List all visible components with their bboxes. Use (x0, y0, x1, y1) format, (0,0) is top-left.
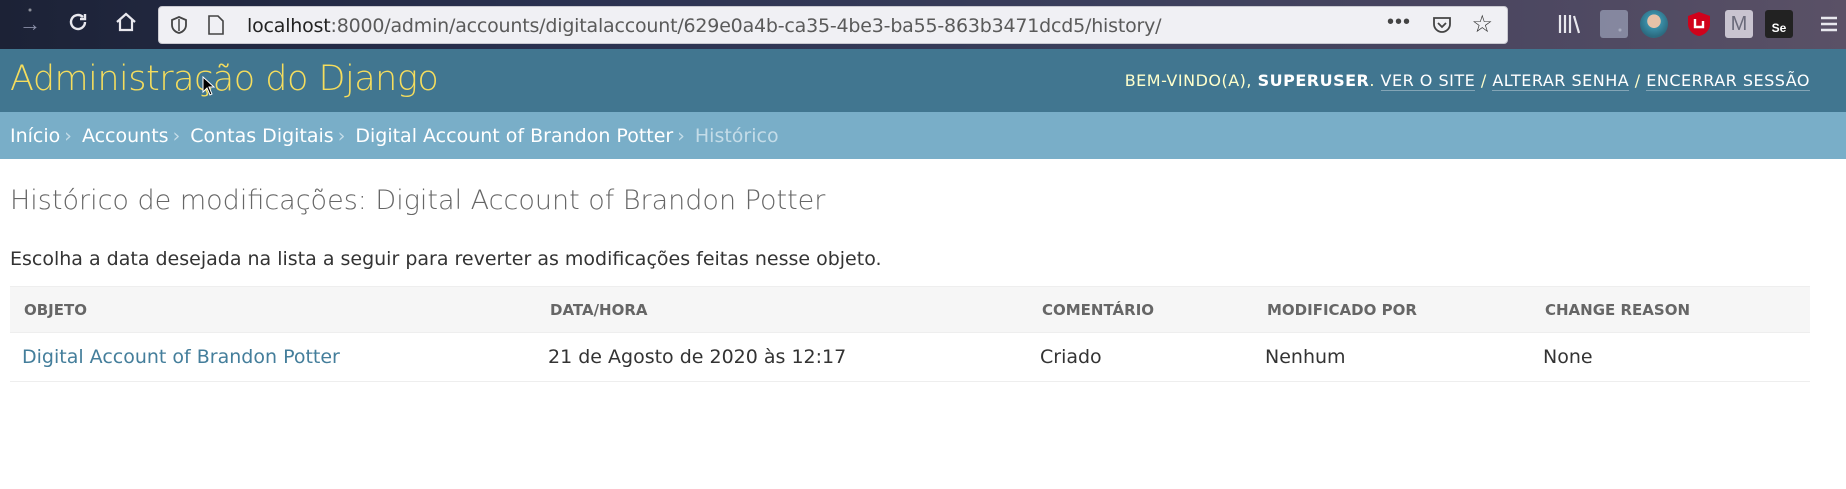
history-table: Objeto Data/hora Comentário Modificado p… (10, 286, 1810, 382)
breadcrumb: Início › Accounts › Contas Digitais › Digit… (0, 112, 1846, 159)
tracking-shield-icon[interactable] (169, 15, 189, 35)
view-site-link[interactable]: Ver o site (1380, 71, 1476, 91)
breadcrumb-model[interactable]: Contas Digitais (190, 125, 333, 147)
cell-change-reason: None (1531, 332, 1810, 382)
avatar-extension-icon[interactable] (1640, 10, 1668, 38)
table-row: Digital Account of Brandon Potter 21 de … (10, 332, 1810, 382)
column-header-datetime: Data/hora (536, 286, 1028, 333)
reload-icon[interactable] (64, 10, 92, 38)
breadcrumb-app[interactable]: Accounts (82, 125, 169, 147)
menu-icon[interactable] (1815, 10, 1843, 38)
url-text[interactable]: localhost:8000/admin/accounts/digitalacc… (247, 15, 1162, 37)
ublock-icon[interactable] (1685, 10, 1713, 38)
breadcrumb-home[interactable]: Início (10, 125, 60, 147)
browser-toolbar: → localhost:8000/admin/accounts/digitala… (0, 0, 1846, 49)
breadcrumb-object[interactable]: Digital Account of Brandon Potter (355, 125, 673, 147)
admin-header: Administração do Django Bem-vindo(a), su… (0, 49, 1846, 112)
breadcrumb-current: Histórico (694, 125, 779, 147)
column-header-change-reason: Change reason (1531, 286, 1810, 333)
home-icon[interactable] (112, 10, 140, 38)
cell-object: Digital Account of Brandon Potter (10, 332, 536, 382)
page-info-icon[interactable] (207, 15, 225, 35)
library-icon[interactable] (1555, 10, 1583, 38)
reader-icon[interactable] (1600, 10, 1628, 38)
cell-comment: Criado (1028, 332, 1253, 382)
column-header-comment: Comentário (1028, 286, 1253, 333)
main-content: Histórico de modificações: Digital Accou… (0, 185, 1846, 382)
username: superuser (1257, 71, 1370, 90)
forward-icon[interactable]: → (16, 10, 44, 38)
page-actions-icon[interactable]: ••• (1387, 11, 1411, 34)
markdown-extension-icon[interactable]: M (1725, 10, 1753, 38)
user-tools: Bem-vindo(a), superuser. Ver o site / Al… (1124, 71, 1810, 91)
column-header-object: Objeto (10, 286, 536, 333)
table-header-row: Objeto Data/hora Comentário Modificado p… (10, 286, 1810, 333)
cell-modified-by: Nenhum (1253, 332, 1531, 382)
selenium-extension-icon[interactable]: Se (1765, 10, 1793, 38)
cell-datetime: 21 de Agosto de 2020 às 12:17 (536, 332, 1028, 382)
pocket-icon[interactable] (1431, 14, 1453, 36)
change-password-link[interactable]: Alterar senha (1492, 71, 1630, 91)
help-text: Escolha a data desejada na lista a segui… (10, 248, 882, 270)
welcome-text: Bem-vindo(a), (1124, 71, 1252, 90)
column-header-modified-by: Modificado por (1253, 286, 1531, 333)
history-object-link[interactable]: Digital Account of Brandon Potter (22, 346, 340, 368)
bookmark-star-icon[interactable]: ☆ (1471, 11, 1493, 39)
mouse-cursor-icon (202, 76, 216, 96)
site-name[interactable]: Administração do Django (10, 59, 439, 99)
address-bar[interactable]: localhost:8000/admin/accounts/digitalacc… (158, 6, 1508, 44)
page-title: Histórico de modificações: Digital Accou… (10, 185, 826, 216)
logout-link[interactable]: Encerrar sessão (1646, 71, 1810, 91)
